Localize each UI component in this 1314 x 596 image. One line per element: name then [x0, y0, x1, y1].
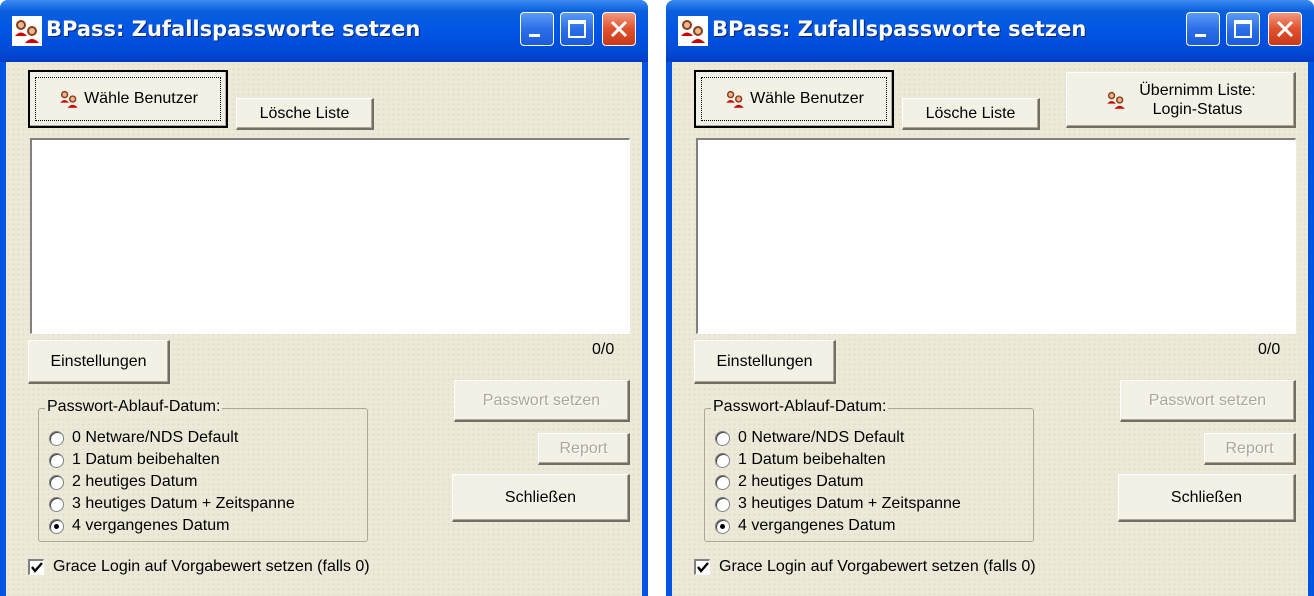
set-password-button[interactable]: Passwort setzen — [454, 380, 630, 422]
set-password-label: Passwort setzen — [482, 391, 601, 409]
grace-login-checkbox[interactable] — [694, 559, 710, 575]
set-password-button[interactable]: Passwort setzen — [1120, 380, 1296, 422]
radio-button[interactable] — [715, 496, 730, 512]
clear-list-button[interactable]: Lösche Liste — [236, 98, 374, 130]
settings-label: Einstellungen — [50, 352, 147, 370]
clear-list-label: Lösche Liste — [259, 104, 350, 122]
dialog-client-area: Wähle Benutzer Lösche Liste 0/0 Einstell… — [6, 62, 642, 596]
radio-label: 0 Netware/NDS Default — [738, 429, 905, 446]
clear-list-button[interactable]: Lösche Liste — [902, 98, 1040, 130]
take-list-label-line2: Login-Status — [1152, 100, 1243, 118]
radio-option-2[interactable]: 2 heutiges Datum — [715, 471, 863, 493]
radio-option-3[interactable]: 3 heutiges Datum + Zeitspanne — [715, 493, 961, 515]
report-button[interactable]: Report — [538, 433, 630, 465]
set-password-label: Passwort setzen — [1148, 391, 1267, 409]
close-label: Schließen — [504, 488, 577, 506]
users-icon — [678, 16, 708, 46]
radio-option-4[interactable]: 4 vergangenes Datum — [49, 515, 229, 537]
radio-button[interactable] — [49, 474, 64, 490]
close-button[interactable]: Schließen — [452, 474, 630, 522]
report-button[interactable]: Report — [1204, 433, 1296, 465]
radio-label: 2 heutiges Datum — [72, 473, 198, 490]
dialog-client-area: Wähle Benutzer Lösche Liste Übernimm Lis… — [672, 62, 1308, 596]
window-title: BPass: Zufallspassworte setzen — [46, 17, 421, 41]
minimize-button[interactable] — [1186, 12, 1220, 46]
report-label: Report — [1225, 439, 1274, 457]
maximize-icon — [568, 20, 586, 38]
select-users-button[interactable]: Wähle Benutzer — [28, 70, 228, 128]
radio-button-selected[interactable] — [49, 518, 64, 534]
radio-option-0[interactable]: 0 Netware/NDS Default — [715, 427, 904, 449]
user-listbox[interactable] — [696, 138, 1296, 334]
user-counter: 0/0 — [592, 341, 615, 358]
bpass-window-1: BPass: Zufallspassworte setzen Wähle Ben… — [0, 0, 648, 596]
users-icon — [726, 90, 744, 108]
checkmark-icon — [697, 562, 709, 573]
close-window-button[interactable] — [602, 12, 636, 46]
user-counter: 0/0 — [1258, 341, 1281, 358]
user-listbox[interactable] — [30, 138, 630, 334]
radio-label: 1 Datum beibehalten — [72, 451, 220, 468]
close-button[interactable]: Schließen — [1118, 474, 1296, 522]
maximize-button[interactable] — [1226, 12, 1260, 46]
take-list-label-line1: Übernimm Liste: — [1139, 81, 1256, 99]
password-expiry-group: Passwort-Ablauf-Datum: 0 Netware/NDS Def… — [704, 398, 1034, 542]
radio-option-2[interactable]: 2 heutiges Datum — [49, 471, 197, 493]
take-list-login-status-button[interactable]: Übernimm Liste: Login-Status — [1066, 72, 1296, 128]
radio-option-4[interactable]: 4 vergangenes Datum — [715, 515, 895, 537]
group-title: Passwort-Ablauf-Datum: — [45, 398, 223, 416]
radio-option-1[interactable]: 1 Datum beibehalten — [49, 449, 220, 471]
radio-button[interactable] — [715, 430, 730, 446]
clear-list-label: Lösche Liste — [925, 104, 1016, 122]
maximize-button[interactable] — [560, 12, 594, 46]
maximize-icon — [1234, 20, 1252, 38]
bpass-window-2: BPass: Zufallspassworte setzen Wähle Ben… — [666, 0, 1314, 596]
settings-button[interactable]: Einstellungen — [694, 340, 836, 384]
minimize-button[interactable] — [520, 12, 554, 46]
grace-login-label: Grace Login auf Vorgabewert setzen (fall… — [719, 558, 1036, 575]
radio-option-0[interactable]: 0 Netware/NDS Default — [49, 427, 238, 449]
radio-button[interactable] — [49, 430, 64, 446]
settings-label: Einstellungen — [716, 352, 813, 370]
users-icon — [1107, 91, 1126, 109]
radio-button[interactable] — [49, 496, 64, 512]
close-window-button[interactable] — [1268, 12, 1302, 46]
close-label: Schließen — [1170, 488, 1243, 506]
radio-option-1[interactable]: 1 Datum beibehalten — [715, 449, 886, 471]
radio-button[interactable] — [49, 452, 64, 468]
radio-button[interactable] — [715, 474, 730, 490]
settings-button[interactable]: Einstellungen — [28, 340, 170, 384]
checkmark-icon — [31, 562, 43, 573]
grace-login-label: Grace Login auf Vorgabewert setzen (fall… — [53, 558, 370, 575]
users-icon — [12, 16, 42, 46]
window-title: BPass: Zufallspassworte setzen — [712, 17, 1087, 41]
users-icon — [60, 90, 78, 108]
password-expiry-group: Passwort-Ablauf-Datum: 0 Netware/NDS Def… — [38, 398, 368, 542]
select-users-button[interactable]: Wähle Benutzer — [694, 70, 894, 128]
title-bar[interactable]: BPass: Zufallspassworte setzen — [0, 0, 648, 62]
radio-label: 3 heutiges Datum + Zeitspanne — [72, 495, 295, 512]
radio-button[interactable] — [715, 452, 730, 468]
report-label: Report — [559, 439, 608, 457]
select-users-label: Wähle Benutzer — [84, 90, 198, 108]
minimize-icon — [1195, 34, 1206, 37]
radio-label: 1 Datum beibehalten — [738, 451, 886, 468]
radio-button-selected[interactable] — [715, 518, 730, 534]
radio-label: 4 vergangenes Datum — [738, 517, 896, 534]
radio-label: 3 heutiges Datum + Zeitspanne — [738, 495, 961, 512]
radio-option-3[interactable]: 3 heutiges Datum + Zeitspanne — [49, 493, 295, 515]
radio-label: 4 vergangenes Datum — [72, 517, 230, 534]
radio-label: 0 Netware/NDS Default — [72, 429, 239, 446]
close-icon — [1276, 20, 1294, 38]
grace-login-option[interactable]: Grace Login auf Vorgabewert setzen (fall… — [694, 558, 1036, 576]
grace-login-checkbox[interactable] — [28, 559, 44, 575]
minimize-icon — [529, 34, 540, 37]
select-users-label: Wähle Benutzer — [750, 90, 864, 108]
radio-label: 2 heutiges Datum — [738, 473, 864, 490]
title-bar[interactable]: BPass: Zufallspassworte setzen — [666, 0, 1314, 62]
group-title: Passwort-Ablauf-Datum: — [711, 398, 889, 416]
grace-login-option[interactable]: Grace Login auf Vorgabewert setzen (fall… — [28, 558, 370, 576]
close-icon — [610, 20, 628, 38]
